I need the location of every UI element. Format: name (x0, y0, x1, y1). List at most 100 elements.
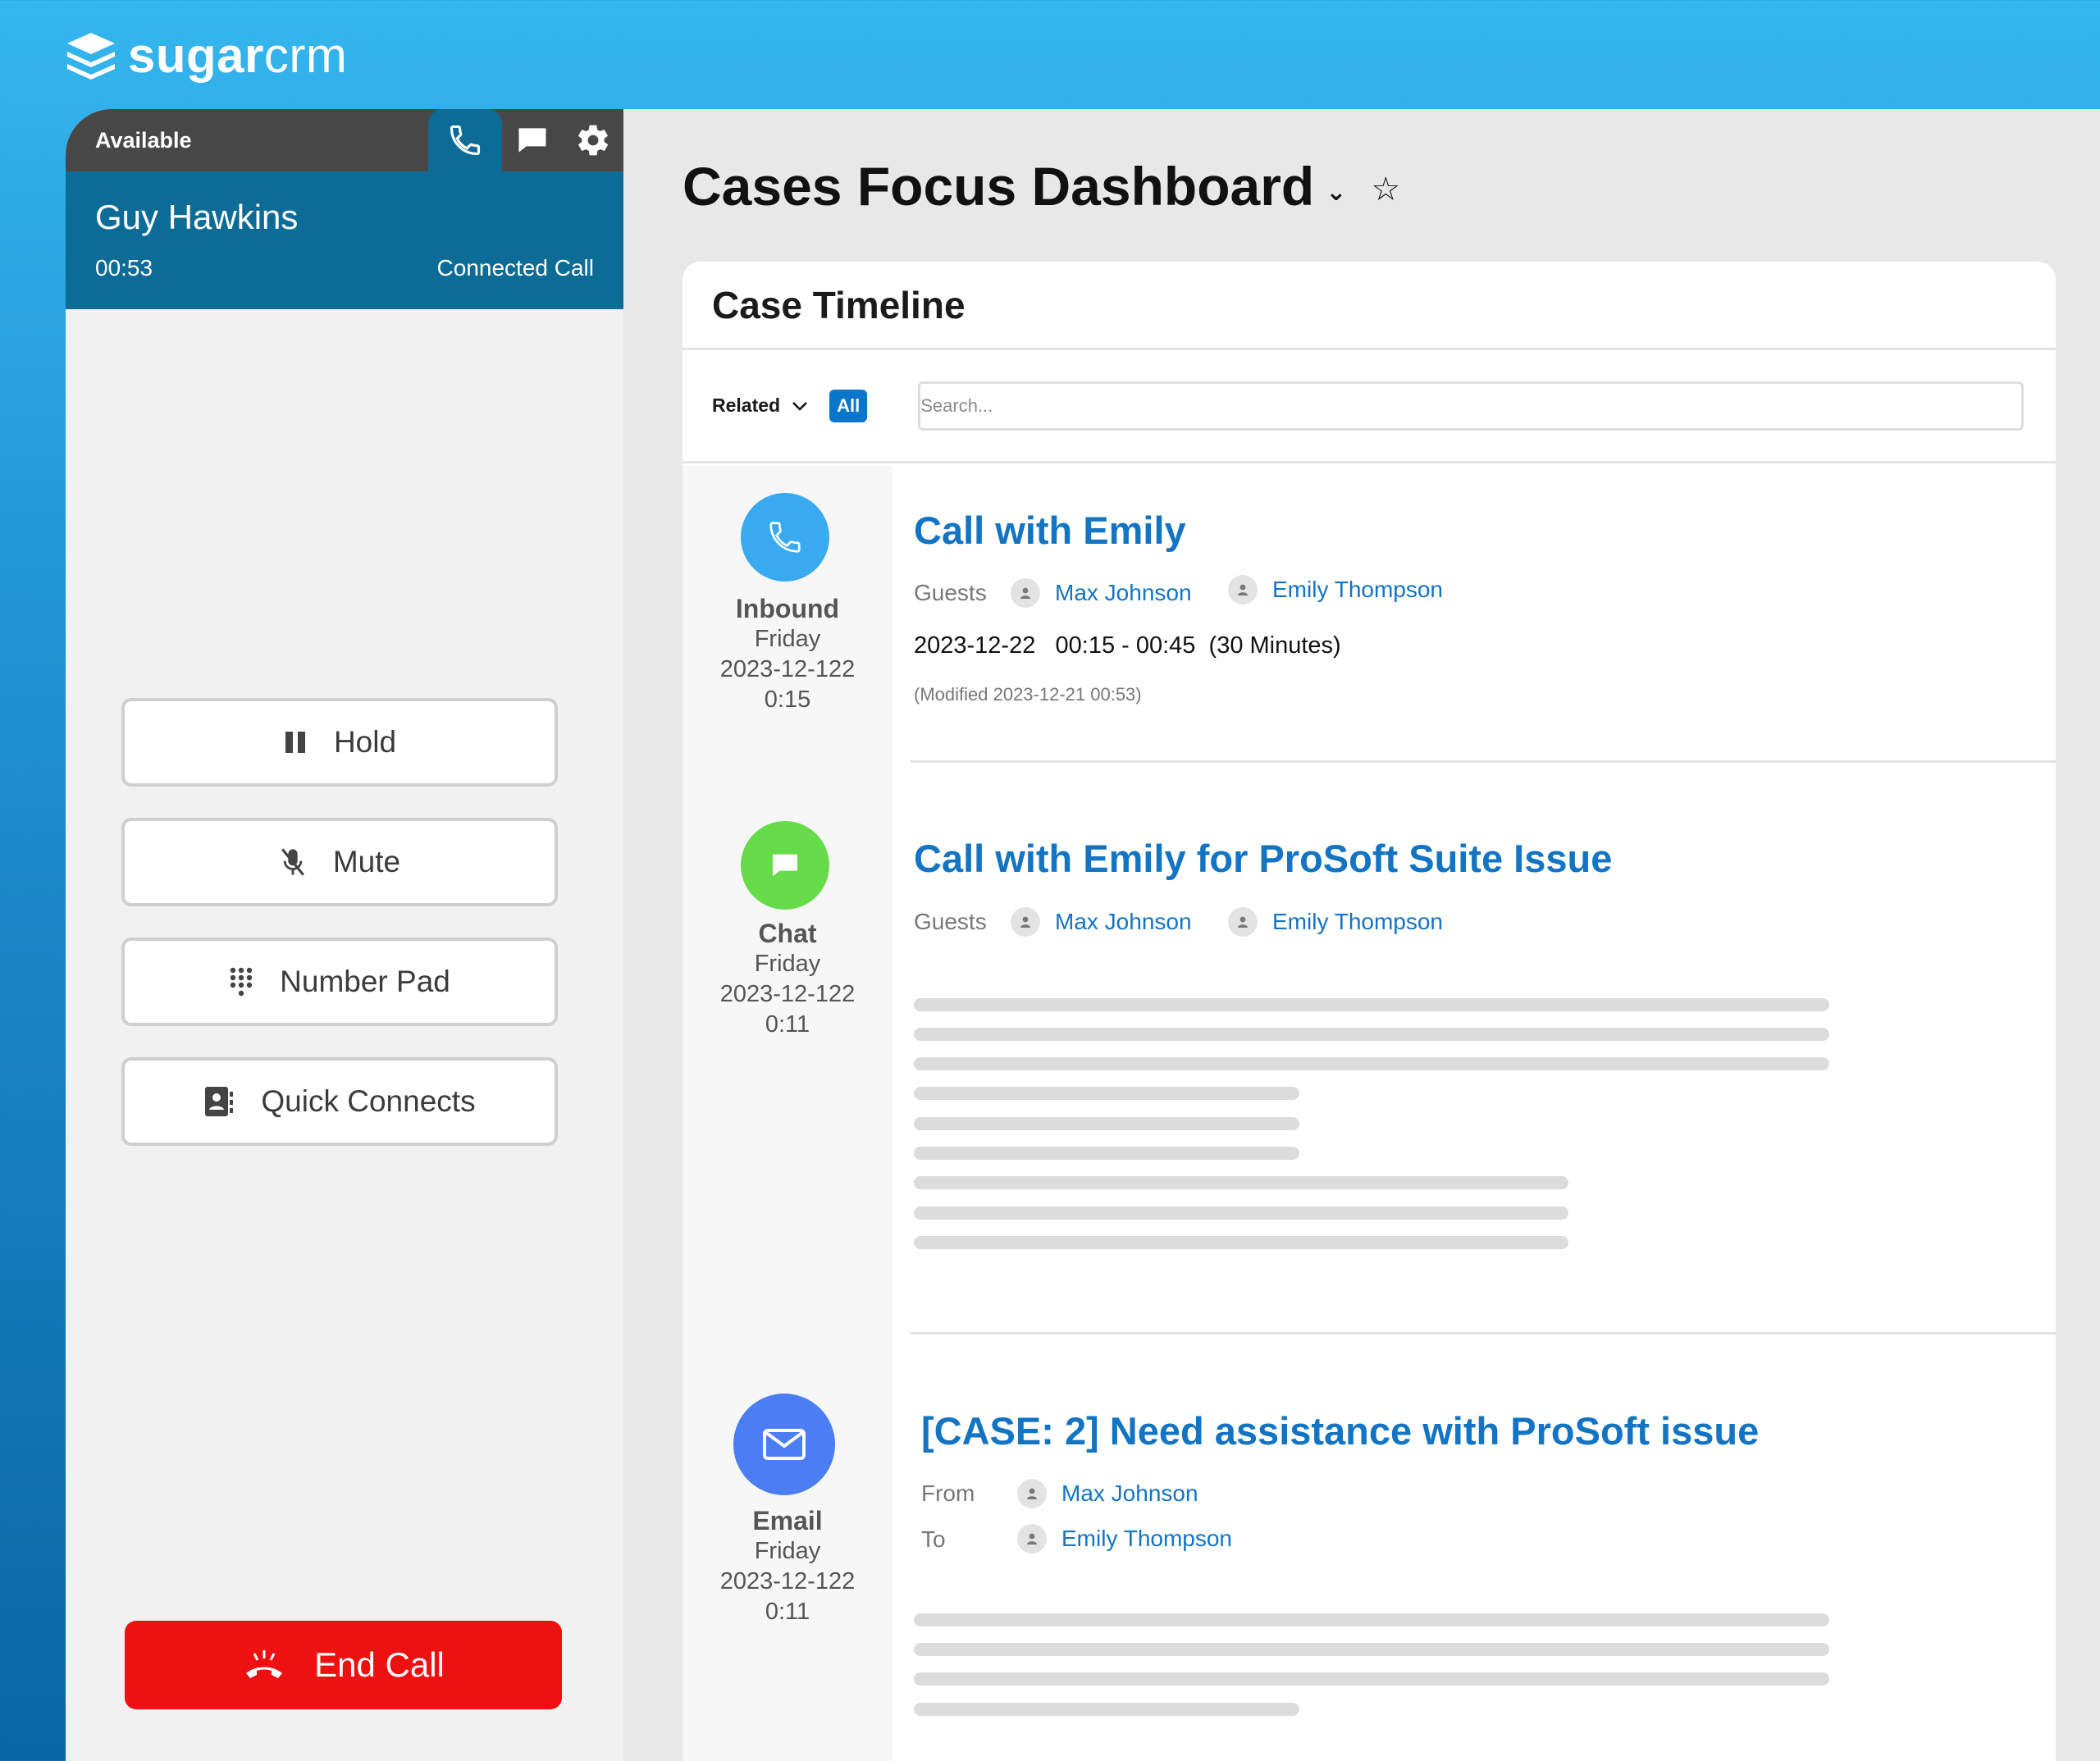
chevron-down-icon (792, 401, 807, 411)
person-icon (1011, 578, 1040, 608)
guest-link[interactable]: Max Johnson (1011, 578, 1192, 608)
content-placeholder-line (914, 1703, 1299, 1716)
entry-time: 0:11 (765, 1011, 810, 1038)
content-placeholder-line (914, 1176, 1568, 1189)
guests-label: Guests (914, 909, 987, 934)
related-dropdown[interactable]: Related (712, 395, 808, 417)
call-state: Connected Call (436, 255, 594, 281)
phone-icon (450, 125, 481, 156)
guest-name: Max Johnson (1055, 580, 1192, 605)
entry-meta: Chat Friday 2023-12-122 0:11 (682, 919, 892, 1040)
email-entry-icon (733, 1394, 835, 1495)
hangup-icon (246, 1650, 283, 1678)
entry-kind: Chat (758, 919, 817, 948)
chevron-down-icon[interactable]: ⌄ (1326, 178, 1346, 207)
dashboard-title-text: Cases Focus Dashboard (682, 156, 1315, 217)
call-time-range: 2023-12-22 00:15 - 00:45 (30 Minutes) (914, 632, 1341, 659)
agent-status[interactable]: Available (95, 128, 192, 153)
caller-name: Guy Hawkins (95, 198, 299, 236)
content-placeholder-line (914, 1028, 1829, 1041)
guest-link[interactable]: Max Johnson (1011, 907, 1192, 937)
chat-tab[interactable] (502, 109, 563, 171)
to-label: To (921, 1526, 946, 1552)
guest-name: Emily Thompson (1272, 577, 1444, 602)
to-person-name: Emily Thompson (1061, 1526, 1233, 1551)
settings-tab[interactable] (563, 109, 623, 171)
active-call-info: Guy Hawkins 00:53 Connected Call (66, 171, 623, 309)
case-timeline-title: Case Timeline (682, 262, 2056, 350)
softphone-panel: Available Guy Hawkins 00:53 Connected Ca… (66, 109, 623, 1761)
sugarcrm-logo: sugarcrm (64, 26, 347, 84)
number-pad-label: Number Pad (280, 965, 450, 998)
entry-day: Friday (754, 951, 821, 977)
chat-entry-icon (741, 821, 829, 910)
entry-day: Friday (754, 1538, 821, 1564)
dialpad-icon (230, 967, 253, 997)
content-placeholder-line (914, 1147, 1299, 1160)
modified-timestamp: (Modified 2023-12-21 00:53) (914, 684, 1142, 705)
entry-date: 2023-12-122 (719, 1568, 856, 1594)
from-person-name: Max Johnson (1061, 1480, 1198, 1506)
entry-day: Friday (754, 626, 821, 652)
entry-kind: Inbound (735, 594, 840, 623)
content-placeholder-line (914, 1672, 1829, 1686)
from-person-link[interactable]: Max Johnson (1017, 1479, 1198, 1508)
content-placeholder-line (914, 998, 1829, 1011)
person-icon (1228, 575, 1258, 604)
guest-name: Max Johnson (1055, 909, 1192, 934)
gear-icon (578, 125, 608, 156)
star-icon[interactable]: ☆ (1371, 171, 1400, 208)
content-placeholder-line (914, 1117, 1299, 1130)
end-call-label: End Call (314, 1645, 445, 1684)
entry-meta: Inbound Friday 2023-12-122 0:15 (682, 594, 892, 715)
phone-tab[interactable] (428, 109, 502, 171)
softphone-topbar: Available (66, 109, 623, 171)
chat-icon (518, 128, 546, 153)
dashboard-area: Cases Focus Dashboard ⌄ ☆ Case Timeline … (623, 109, 2100, 1761)
person-icon (1017, 1524, 1047, 1553)
guests-label: Guests (914, 580, 987, 605)
pause-icon (285, 732, 305, 753)
hold-button[interactable]: Hold (121, 698, 558, 787)
content-placeholder-line (914, 1236, 1568, 1249)
entry-title-link[interactable]: Call with Emily (914, 508, 1186, 553)
end-call-button[interactable]: End Call (125, 1621, 562, 1709)
entry-meta: Email Friday 2023-12-122 0:11 (682, 1506, 892, 1627)
entry-time: 0:11 (765, 1599, 810, 1625)
contact-book-icon (205, 1087, 234, 1116)
mute-button[interactable]: Mute (121, 818, 558, 906)
brand-wordmark: sugarcrm (128, 27, 348, 83)
person-icon (1017, 1479, 1047, 1508)
timeline-search-input[interactable] (918, 381, 2025, 431)
entry-date: 2023-12-122 (719, 656, 856, 682)
entry-kind: Email (752, 1506, 823, 1535)
number-pad-button[interactable]: Number Pad (121, 938, 558, 1026)
timeline-filter-row: Related All (682, 350, 2056, 463)
entry-title-link[interactable]: [CASE: 2] Need assistance with ProSoft i… (921, 1408, 1759, 1453)
call-timer: 00:53 (95, 255, 153, 281)
content-placeholder-line (914, 1207, 1568, 1220)
guest-link[interactable]: Emily Thompson (1228, 907, 1443, 937)
all-filter-badge[interactable]: All (829, 389, 868, 422)
quick-connects-button[interactable]: Quick Connects (121, 1057, 558, 1146)
content-placeholder-line (914, 1087, 1299, 1100)
content-placeholder-line (914, 1643, 1829, 1656)
entry-title-link[interactable]: Call with Emily for ProSoft Suite Issue (914, 836, 1612, 881)
mute-label: Mute (332, 845, 401, 878)
related-label: Related (712, 395, 781, 416)
sugar-stack-icon (67, 33, 115, 80)
guest-link[interactable]: Emily Thompson (1228, 575, 1443, 604)
from-label: From (921, 1480, 975, 1506)
guest-name: Emily Thompson (1272, 909, 1444, 934)
timeline-divider (911, 1332, 2056, 1334)
person-icon (1228, 907, 1258, 937)
hold-label: Hold (333, 725, 397, 759)
entry-date: 2023-12-122 (719, 981, 856, 1007)
case-timeline-card: Case Timeline Related All Inbound Friday… (682, 262, 2056, 1761)
mic-off-icon (281, 848, 304, 876)
dashboard-title[interactable]: Cases Focus Dashboard ⌄ ☆ (682, 155, 1400, 217)
quick-connects-label: Quick Connects (261, 1084, 476, 1118)
content-placeholder-line (914, 1613, 1829, 1626)
to-person-link[interactable]: Emily Thompson (1017, 1524, 1232, 1553)
person-icon (1011, 907, 1040, 937)
